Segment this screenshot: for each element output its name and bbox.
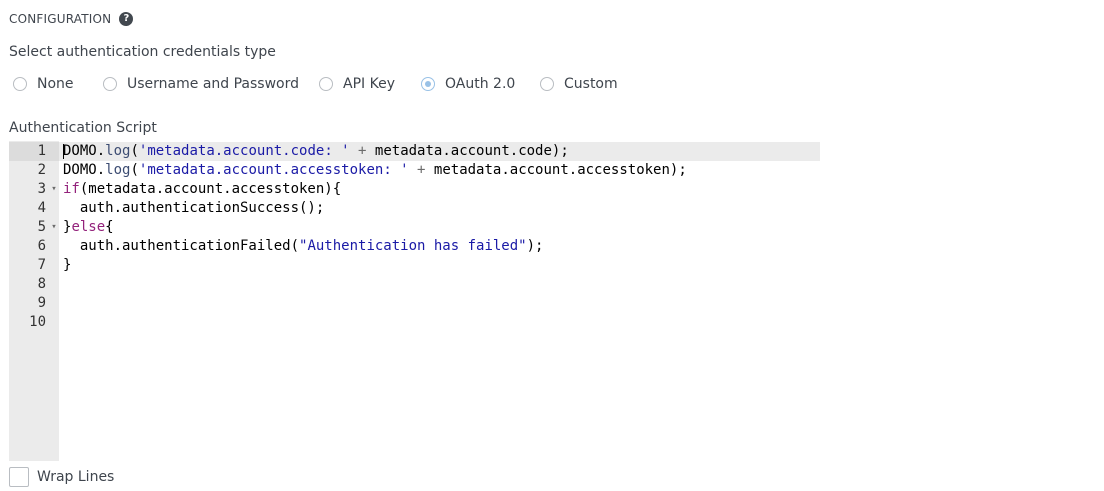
radio-option-oauth2[interactable]: OAuth 2.0	[421, 75, 515, 93]
fold-toggle-icon[interactable]: ▾	[49, 180, 59, 199]
radio-label: Username and Password	[127, 76, 299, 92]
code-line[interactable]: 7 }	[9, 256, 820, 275]
code-text: }	[63, 257, 72, 273]
wrap-lines-checkbox[interactable]	[9, 467, 29, 487]
code-line[interactable]: 4 auth.authenticationSuccess();	[9, 199, 820, 218]
radio-button[interactable]	[540, 77, 554, 91]
code-line[interactable]: 2 DOMO.log('metadata.account.accesstoken…	[9, 161, 820, 180]
code-text: DOMO.log('metadata.account.code: ' + met…	[63, 143, 569, 159]
radio-label: Custom	[564, 76, 618, 92]
code-text: auth.authenticationFailed("Authenticatio…	[63, 238, 544, 254]
auth-script-label: Authentication Script	[9, 120, 157, 136]
wrap-lines-option[interactable]: Wrap Lines	[9, 467, 114, 487]
fold-toggle-icon[interactable]: ▾	[49, 218, 59, 237]
line-number: 5	[37, 219, 46, 235]
line-number: 8	[37, 276, 46, 292]
radio-option-none[interactable]: None	[13, 75, 74, 93]
code-line[interactable]: 6 auth.authenticationFailed("Authenticat…	[9, 237, 820, 256]
line-number: 7	[37, 257, 46, 273]
code-text: DOMO.log('metadata.account.accesstoken: …	[63, 162, 687, 178]
line-number: 10	[29, 314, 46, 330]
code-line[interactable]: 9	[9, 294, 820, 313]
radio-label: API Key	[343, 76, 395, 92]
text-cursor	[63, 144, 64, 159]
line-number: 3	[37, 181, 46, 197]
wrap-lines-label: Wrap Lines	[37, 469, 115, 485]
line-number: 1	[37, 143, 46, 159]
code-line[interactable]: 10	[9, 313, 820, 332]
configuration-header: CONFIGURATION ?	[9, 11, 134, 27]
line-number: 6	[37, 238, 46, 254]
radio-option-api-key[interactable]: API Key	[319, 75, 395, 93]
radio-button[interactable]	[13, 77, 27, 91]
code-editor[interactable]: 1 DOMO.log('metadata.account.code: ' + m…	[9, 141, 820, 461]
code-line[interactable]: 5 ▾ }else{	[9, 218, 820, 237]
radio-label: OAuth 2.0	[445, 76, 516, 92]
radio-option-username-password[interactable]: Username and Password	[103, 75, 299, 93]
radio-button[interactable]	[319, 77, 333, 91]
code-text: if(metadata.account.accesstoken){	[63, 181, 342, 197]
line-number: 9	[37, 295, 46, 311]
radio-option-custom[interactable]: Custom	[540, 75, 618, 93]
line-number: 4	[37, 200, 46, 216]
code-text: auth.authenticationSuccess();	[63, 200, 325, 216]
line-number: 2	[37, 162, 46, 178]
code-line[interactable]: 8	[9, 275, 820, 294]
question-circle-icon[interactable]: ?	[119, 12, 134, 26]
auth-type-label: Select authentication credentials type	[9, 44, 276, 60]
radio-button[interactable]	[103, 77, 117, 91]
radio-button-selected[interactable]	[421, 77, 435, 91]
code-line[interactable]: 3 ▾ if(metadata.account.accesstoken){	[9, 180, 820, 199]
configuration-title: CONFIGURATION	[9, 12, 112, 26]
code-text: }else{	[63, 219, 114, 235]
code-line[interactable]: 1 DOMO.log('metadata.account.code: ' + m…	[9, 142, 820, 161]
radio-label: None	[37, 76, 74, 92]
